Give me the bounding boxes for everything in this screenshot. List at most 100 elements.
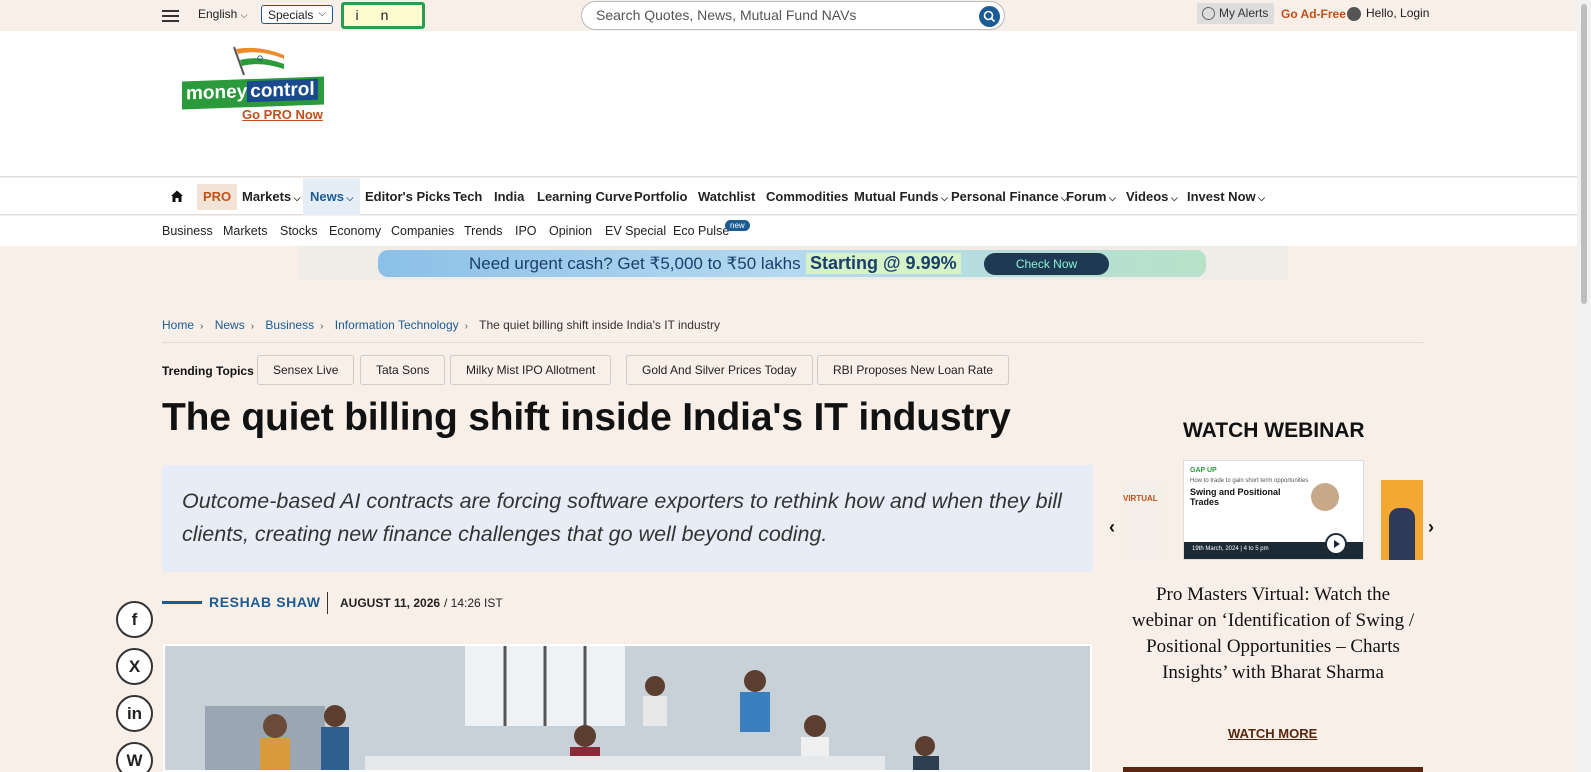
page-scrollbar[interactable] — [1577, 0, 1591, 772]
chevron-down-icon: ⌵ — [938, 193, 948, 203]
article-title: The quiet billing shift inside India's I… — [162, 396, 1011, 439]
loan-ad-banner[interactable]: Need urgent cash? Get ₹5,000 to ₹50 lakh… — [378, 250, 1206, 277]
search-input[interactable] — [596, 7, 956, 23]
divider — [327, 592, 328, 614]
subnav-item-ev-special[interactable]: EV Special — [605, 224, 666, 238]
subnav-item-companies[interactable]: Companies — [391, 224, 454, 238]
specials-dropdown[interactable]: Specials ⌵ — [261, 5, 333, 24]
publish-date: AUGUST 11, 2026 — [340, 596, 441, 610]
chevron-right-icon: › — [200, 321, 204, 332]
trending-chip[interactable]: Milky Mist IPO Allotment — [450, 355, 612, 385]
breadcrumb-home[interactable]: Home — [162, 318, 194, 332]
x-share-icon[interactable]: X — [116, 648, 153, 685]
nav-item-forum[interactable]: Forum ⌵ — [1066, 178, 1116, 215]
subnav-item-eco-pulse[interactable]: Eco Pulse new — [673, 220, 750, 238]
webinar-card-title: Swing and Positional Trades — [1190, 487, 1281, 507]
next-widget-header — [1123, 767, 1423, 772]
breadcrumb-news[interactable]: News — [215, 318, 245, 332]
new-badge: new — [725, 220, 750, 231]
hamburger-menu-icon[interactable] — [162, 10, 179, 22]
webinar-card[interactable]: GAP UP How to trade to gain short term o… — [1183, 460, 1364, 560]
nav-item-markets[interactable]: Markets ⌵ — [242, 178, 300, 215]
webinar-description[interactable]: Pro Masters Virtual: Watch the webinar o… — [1128, 582, 1418, 686]
chevron-right-icon: › — [320, 321, 324, 332]
breadcrumb: Home › News › Business › Information Techno… — [162, 318, 726, 332]
top-bar: English ⌵ Specials⌵ in My Alerts Go Ad-F… — [0, 0, 1577, 31]
subnav-item-ipo[interactable]: IPO — [515, 224, 537, 238]
subnav-item-opinion[interactable]: Opinion — [549, 224, 592, 238]
nav-item-editors-picks[interactable]: Editor's Picks — [365, 178, 450, 215]
chevron-down-icon: ⌵ — [343, 193, 354, 203]
nav-item-videos[interactable]: Videos ⌵ — [1126, 178, 1178, 215]
go-ad-free-link[interactable]: Go Ad-Free — [1281, 7, 1346, 21]
play-icon[interactable] — [1325, 533, 1347, 555]
language-selector[interactable]: English ⌵ — [198, 7, 248, 21]
webinar-brand: GAP UP — [1190, 467, 1217, 474]
webinar-thumb-right[interactable] — [1381, 480, 1423, 560]
nav-item-watchlist[interactable]: Watchlist — [698, 178, 755, 215]
carousel-next-icon[interactable]: › — [1428, 517, 1434, 538]
nav-item-portfolio[interactable]: Portfolio — [634, 178, 687, 215]
alert-icon — [1202, 7, 1215, 20]
article-summary: Outcome-based AI contracts are forcing s… — [162, 465, 1093, 572]
chevron-down-icon: ⌵ — [1255, 193, 1265, 203]
check-now-button[interactable]: Check Now — [984, 253, 1109, 275]
subnav-item-stocks[interactable]: Stocks — [280, 224, 318, 238]
logo-wordmark: money control — [182, 76, 324, 110]
breadcrumb-information-technology[interactable]: Information Technology — [335, 318, 459, 332]
scrollbar-thumb[interactable] — [1581, 4, 1587, 304]
webinar-heading: WATCH WEBINAR — [1183, 419, 1365, 442]
author-link[interactable]: RESHAB SHAW — [209, 594, 321, 610]
trending-chip[interactable]: Gold And Silver Prices Today — [626, 355, 813, 385]
chevron-down-icon: ⌵ — [291, 193, 301, 203]
search-icon[interactable] — [979, 6, 1000, 27]
chevron-down-icon: ⌵ — [240, 10, 248, 20]
search-bar[interactable] — [581, 1, 1005, 30]
office-photo-illustration — [165, 646, 1090, 770]
nav-item-tech[interactable]: Tech — [453, 178, 482, 215]
nav-item-learning-curve[interactable]: Learning Curve — [537, 178, 632, 215]
nav-item-mutual-funds[interactable]: Mutual Funds ⌵ — [854, 178, 948, 215]
banner-headline: Need urgent cash? Get ₹5,000 to ₹50 lakh… — [469, 254, 801, 273]
promo-widget[interactable]: in — [341, 2, 425, 29]
home-icon[interactable] — [170, 189, 184, 203]
nav-item-commodities[interactable]: Commodities — [766, 178, 848, 215]
webinar-thumb-left[interactable]: VIRTUAL — [1123, 480, 1165, 560]
trending-chip[interactable]: Tata Sons — [360, 355, 446, 385]
login-link[interactable]: Hello, Login — [1347, 6, 1429, 21]
header-logo-area: money control Go PRO Now — [0, 31, 1577, 177]
india-flag-icon — [233, 46, 285, 76]
linkedin-share-icon[interactable]: in — [116, 695, 153, 732]
chevron-down-icon: ⌵ — [318, 8, 326, 19]
subnav-item-economy[interactable]: Economy — [329, 224, 381, 238]
nav-item-india[interactable]: India — [494, 178, 524, 215]
chevron-down-icon: ⌵ — [1168, 193, 1178, 203]
speaker-avatar — [1311, 483, 1339, 511]
facebook-share-icon[interactable]: f — [116, 601, 153, 638]
banner-rate: Starting @ 9.99% — [806, 253, 961, 274]
whatsapp-share-icon[interactable]: W — [116, 742, 153, 772]
publish-time: / 14:26 IST — [444, 596, 503, 610]
subnav-item-business[interactable]: Business — [162, 224, 213, 238]
go-pro-link[interactable]: Go PRO Now — [242, 107, 323, 122]
moneycontrol-logo[interactable]: money control Go PRO Now — [182, 43, 330, 128]
subnav-item-markets[interactable]: Markets — [223, 224, 267, 238]
subnav-item-trends[interactable]: Trends — [464, 224, 502, 238]
trending-chip[interactable]: Sensex Live — [257, 355, 355, 385]
watch-more-link[interactable]: WATCH MORE — [1228, 726, 1317, 741]
nav-item-personal-finance[interactable]: Personal Finance ⌵ — [951, 178, 1068, 215]
nav-item-invest-now[interactable]: Invest Now ⌵ — [1187, 178, 1265, 215]
trending-chip[interactable]: RBI Proposes New Loan Rate — [817, 355, 1010, 385]
speaker-avatar — [1389, 508, 1415, 560]
byline-accent — [162, 601, 202, 604]
divider — [162, 342, 1423, 343]
user-icon — [1347, 7, 1361, 21]
ad-banner-container: Need urgent cash? Get ₹5,000 to ₹50 lakh… — [298, 246, 1288, 280]
nav-item-pro[interactable]: PRO — [197, 184, 238, 210]
carousel-prev-icon[interactable]: ‹ — [1109, 517, 1115, 538]
my-alerts-button[interactable]: My Alerts — [1197, 3, 1275, 24]
trending-topics-label: Trending Topics — [162, 364, 254, 378]
chevron-down-icon: ⌵ — [1106, 193, 1116, 203]
breadcrumb-business[interactable]: Business — [265, 318, 314, 332]
nav-item-news[interactable]: News ⌵ — [303, 178, 361, 215]
